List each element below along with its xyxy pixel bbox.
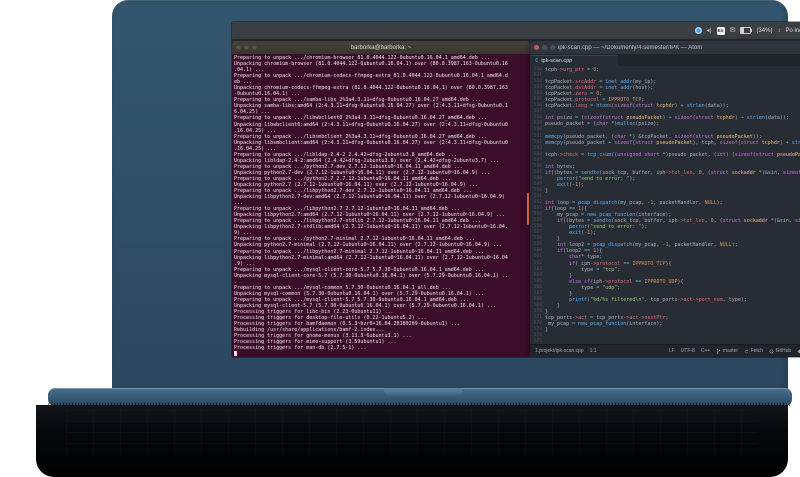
git-branch-icon xyxy=(717,348,721,354)
terminal-line: Preparing to unpack .../libwbclient0_2%3… xyxy=(234,115,487,122)
unity-panel: ◂) En ✉ (34%) ↕ Po kvě 11 16:09:29 ⚙ xyxy=(232,22,800,39)
terminal-line: Unpacking libsmbclient:amd64 (2:4.3.11+d… xyxy=(234,139,508,146)
atom-titlebar[interactable]: ipk-scan.cpp — ~/Dokumenty/4.semester/IP… xyxy=(530,41,800,54)
keyboard-deck xyxy=(36,405,788,477)
terminal-line: Unpacking libpython2.7-minimal:amd64 (2.… xyxy=(234,254,508,261)
fetch-icon xyxy=(744,349,749,353)
maximize-icon[interactable] xyxy=(550,45,555,50)
terminal-cursor-line xyxy=(234,351,530,357)
status-branch[interactable]: master xyxy=(716,348,738,354)
status-cursor-position[interactable]: 1:1 xyxy=(590,348,597,354)
terminal-titlebar[interactable]: barborka@barborka: ~ xyxy=(232,41,530,54)
clock[interactable]: Po kvě 11 16:09:29 xyxy=(785,28,800,34)
battery-icon[interactable] xyxy=(740,27,753,34)
battery-label: (34%) xyxy=(756,27,773,34)
terminal-line: Unpacking libpython2.7-stdlib:amd64 (2.7… xyxy=(234,224,508,231)
status-fetch[interactable]: Fetch xyxy=(744,348,763,354)
cpp-file-icon: C xyxy=(535,58,539,64)
code-line: memcpy(pseudo_packet + sizeof(struct pse… xyxy=(545,139,800,146)
editor[interactable]: 530 531 532 533 534 535 536 537 538 539 540 541 542 5… xyxy=(530,66,800,344)
terminal-line: Unpacking libldap-2.4-2:amd64 (2.4.42+df… xyxy=(234,157,499,164)
status-bar: 1.projekt/ipk-scan.cpp 1:1 LF UTF-8 C++ xyxy=(530,344,800,357)
terminal-line: Preparing to unpack .../libsmbclient_2%3… xyxy=(234,133,487,140)
terminal-window: barborka@barborka: ~ Preparing to unpack… xyxy=(232,41,530,357)
gutter: 530 531 532 533 534 535 536 537 538 539 540 541 542 5… xyxy=(530,66,545,344)
terminal-line: Unpacking mysql-client-core-5.7 (5.7.30-… xyxy=(234,272,508,279)
keyboard-indicator[interactable]: En xyxy=(716,26,725,35)
code-line: tcph->check = tcp_csum((unsigned short *… xyxy=(545,151,800,158)
github-icon xyxy=(769,349,774,353)
status-encoding[interactable]: UTF-8 xyxy=(681,348,695,354)
terminal-line: Unpacking libwbclient0:amd64 (2:4.3.11+d… xyxy=(234,121,508,128)
terminal-body[interactable]: Preparing to unpack .../chromium-browser… xyxy=(232,54,530,357)
atom-window-title: ipk-scan.cpp — ~/Dokumenty/4.semester/IP… xyxy=(558,44,703,51)
keyboard-keys xyxy=(66,410,758,454)
code-area[interactable]: tcph->urg_ptr = 0; tcpPacket.srcAddr = i… xyxy=(545,66,800,344)
base-notch xyxy=(384,388,462,396)
close-icon[interactable] xyxy=(534,45,539,50)
terminal-cursor xyxy=(234,351,237,357)
terminal-scrollbar-thumb[interactable] xyxy=(527,193,529,226)
status-file-path[interactable]: 1.projekt/ipk-scan.cpp xyxy=(535,348,584,354)
network-arrows-icon[interactable]: ↕ xyxy=(777,28,780,34)
app-indicator-icon[interactable] xyxy=(694,27,702,34)
tab-ipk-scan-cpp[interactable]: C ipk-scan.cpp xyxy=(530,55,618,66)
terminal-line: Unpacking samba-libs:amd64 (2:4.3.11+dfs… xyxy=(234,103,508,110)
mail-icon[interactable]: ✉ xyxy=(730,27,736,34)
status-grammar[interactable]: C++ xyxy=(701,348,710,354)
desktop: barborka@barborka: ~ Preparing to unpack… xyxy=(232,39,800,357)
terminal-line: Unpacking chromium-browser (81.0.4044.12… xyxy=(234,61,508,68)
tab-bar: C ipk-scan.cpp xyxy=(530,54,800,66)
terminal-line: Preparing to unpack .../chromium-codecs-… xyxy=(234,73,508,80)
line-number: 575 xyxy=(533,339,542,344)
minimize-icon[interactable] xyxy=(542,45,547,50)
laptop-lid: ◂) En ✉ (34%) ↕ Po kvě 11 16:09:29 ⚙ bar… xyxy=(112,0,800,389)
terminal-line: Unpacking libpython2.7-dev:amd64 (2.7.12… xyxy=(234,194,505,201)
status-line-ending[interactable]: LF xyxy=(669,348,675,354)
atom-window: ipk-scan.cpp — ~/Dokumenty/4.semester/IP… xyxy=(530,41,800,357)
terminal-line: Unpacking python2.7-minimal (2.7.12-1ubu… xyxy=(234,242,502,249)
status-github[interactable]: GitHub xyxy=(769,348,791,354)
tab-label: ipk-scan.cpp xyxy=(541,58,573,64)
laptop-screen: ◂) En ✉ (34%) ↕ Po kvě 11 16:09:29 ⚙ bar… xyxy=(232,22,800,357)
volume-icon[interactable]: ◂) xyxy=(707,28,712,34)
laptop-mockup: ◂) En ✉ (34%) ↕ Po kvě 11 16:09:29 ⚙ bar… xyxy=(0,0,800,477)
terminal-title: barborka@barborka: ~ xyxy=(350,44,412,51)
